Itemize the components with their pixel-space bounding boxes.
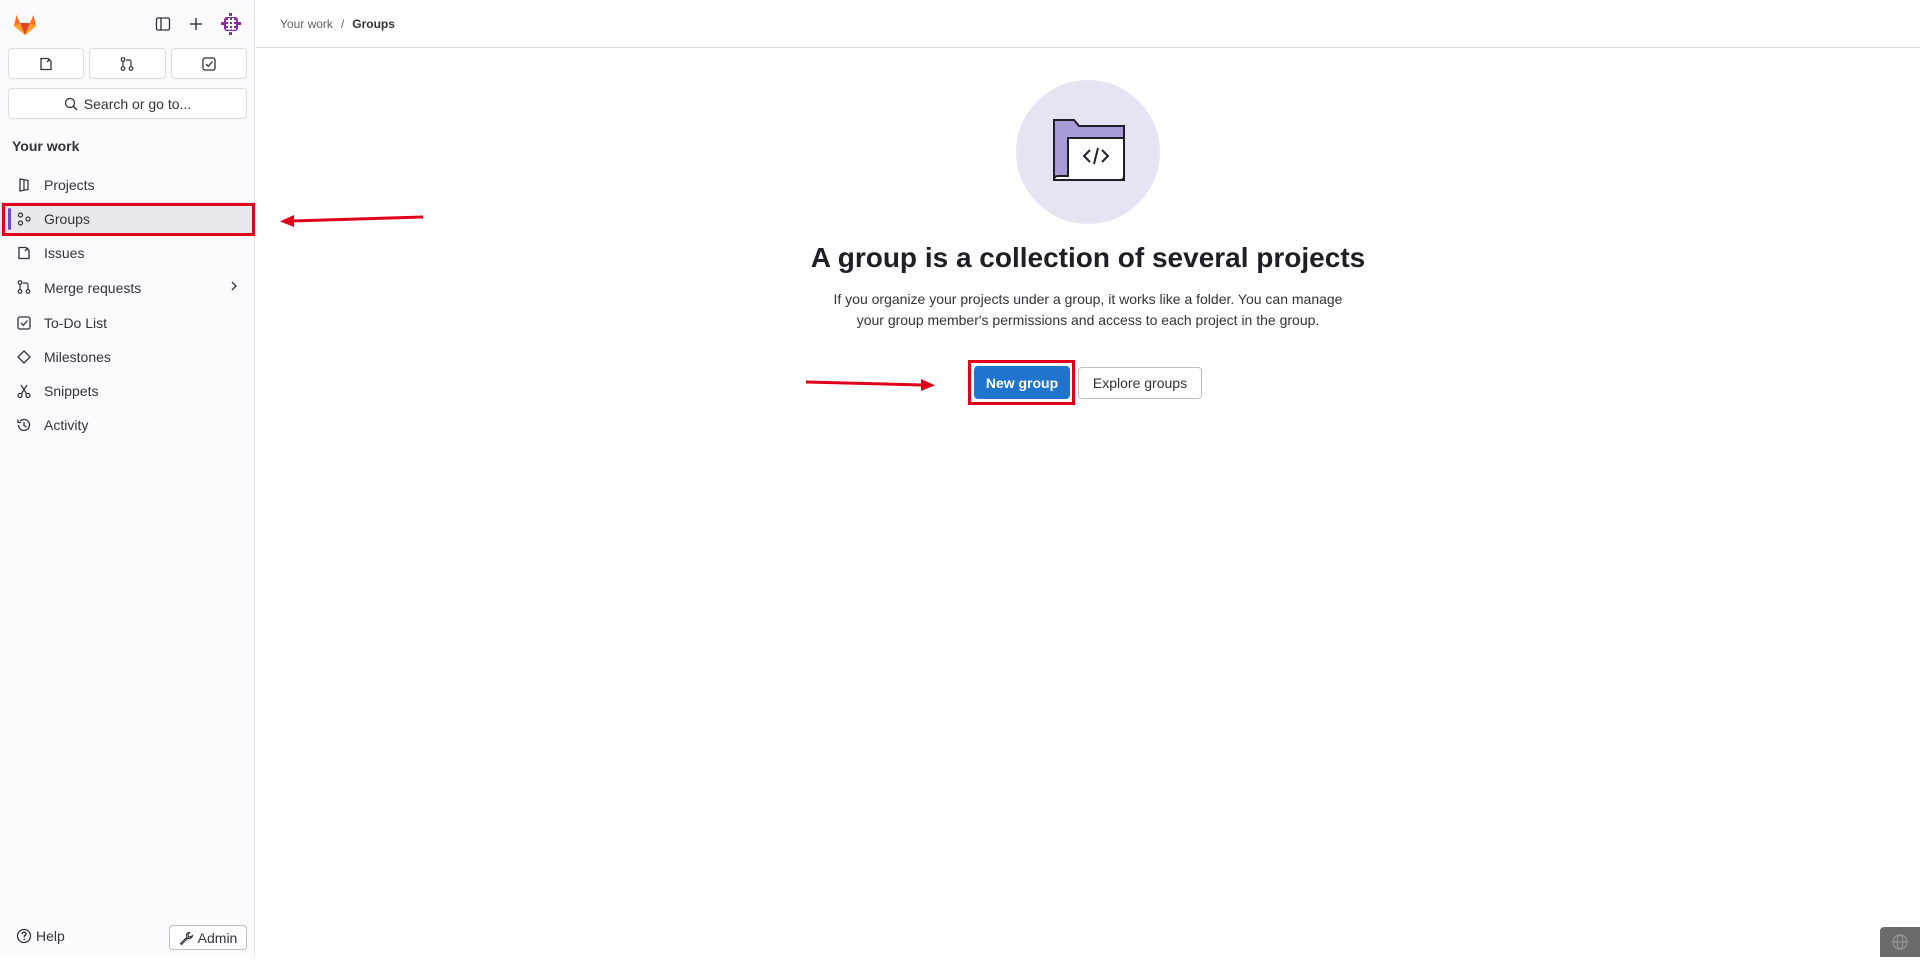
chevron-right-icon xyxy=(231,281,237,291)
sidebar-footer: Help Admin xyxy=(0,924,255,954)
wrench-icon xyxy=(179,931,193,945)
gitlab-logo-icon[interactable] xyxy=(12,11,38,37)
sidebar-item-label: Projects xyxy=(44,177,95,193)
help-label: Help xyxy=(36,928,65,944)
sidebar-item-todo[interactable]: To-Do List xyxy=(0,306,255,340)
help-button[interactable]: Help xyxy=(16,928,65,944)
explore-groups-button[interactable]: Explore groups xyxy=(1078,367,1202,399)
help-icon xyxy=(16,928,32,944)
project-icon xyxy=(19,178,29,192)
merge-request-icon xyxy=(121,56,134,71)
new-group-button[interactable]: New group xyxy=(974,366,1070,399)
annotation-arrow-left xyxy=(280,215,424,227)
breadcrumb-separator: / xyxy=(340,16,345,31)
search-input[interactable]: Search or go to... xyxy=(8,88,247,119)
sidebar-item-label: Issues xyxy=(44,245,85,261)
sidebar-item-groups[interactable]: Groups xyxy=(0,202,255,236)
breadcrumb: Your work / Groups xyxy=(256,0,1920,48)
milestone-icon xyxy=(17,350,31,364)
sidebar: Search or go to... Your work Projects Gr… xyxy=(0,0,255,957)
sidebar-item-snippets[interactable]: Snippets xyxy=(0,374,255,408)
sidebar-item-label: Groups xyxy=(44,211,90,227)
sidebar-item-label: Merge requests xyxy=(44,280,142,296)
merge-request-icon xyxy=(17,280,31,294)
assigned-issues-button[interactable] xyxy=(8,48,85,79)
breadcrumb-item-groups[interactable]: Groups xyxy=(352,17,395,31)
corner-widget[interactable] xyxy=(1880,927,1920,957)
sidebar-item-label: Activity xyxy=(44,417,89,433)
sidebar-item-activity[interactable]: Activity xyxy=(0,408,255,442)
avatar[interactable] xyxy=(218,11,244,37)
search-icon xyxy=(64,97,78,110)
todo-icon xyxy=(17,316,31,330)
history-icon xyxy=(17,418,31,432)
group-icon xyxy=(17,212,31,226)
todo-icon xyxy=(202,56,216,71)
plus-icon[interactable] xyxy=(184,12,208,36)
sidebar-item-issues[interactable]: Issues xyxy=(0,236,255,270)
snippet-icon xyxy=(17,384,31,399)
sidebar-item-label: Snippets xyxy=(44,383,99,399)
folder-code-icon xyxy=(1052,119,1125,181)
sidebar-nav: Projects Groups Issues Merge requests To… xyxy=(0,168,255,442)
admin-button[interactable]: Admin xyxy=(169,925,247,950)
empty-state-title: A group is a collection of several proje… xyxy=(810,242,1366,273)
admin-label: Admin xyxy=(197,929,238,946)
sidebar-toggle-icon[interactable] xyxy=(151,12,175,36)
sidebar-item-label: Milestones xyxy=(44,349,111,365)
sidebar-item-projects[interactable]: Projects xyxy=(0,168,255,202)
sidebar-header xyxy=(0,0,255,48)
issues-icon xyxy=(40,57,52,70)
merge-requests-button[interactable] xyxy=(89,48,166,79)
empty-state-illustration xyxy=(1016,80,1160,224)
globe-icon xyxy=(1892,934,1908,950)
breadcrumb-item-your-work[interactable]: Your work xyxy=(280,17,333,31)
search-placeholder: Search or go to... xyxy=(83,95,192,112)
issues-icon xyxy=(18,246,30,260)
todo-button[interactable] xyxy=(170,48,247,79)
sidebar-item-milestones[interactable]: Milestones xyxy=(0,340,255,374)
quick-actions xyxy=(8,48,247,79)
annotation-arrow-right xyxy=(805,379,935,391)
sidebar-item-merge-requests[interactable]: Merge requests xyxy=(0,270,255,306)
section-title: Your work xyxy=(12,138,80,154)
sidebar-item-label: To-Do List xyxy=(44,315,108,331)
empty-state-description: If you organize your projects under a gr… xyxy=(833,291,1343,328)
